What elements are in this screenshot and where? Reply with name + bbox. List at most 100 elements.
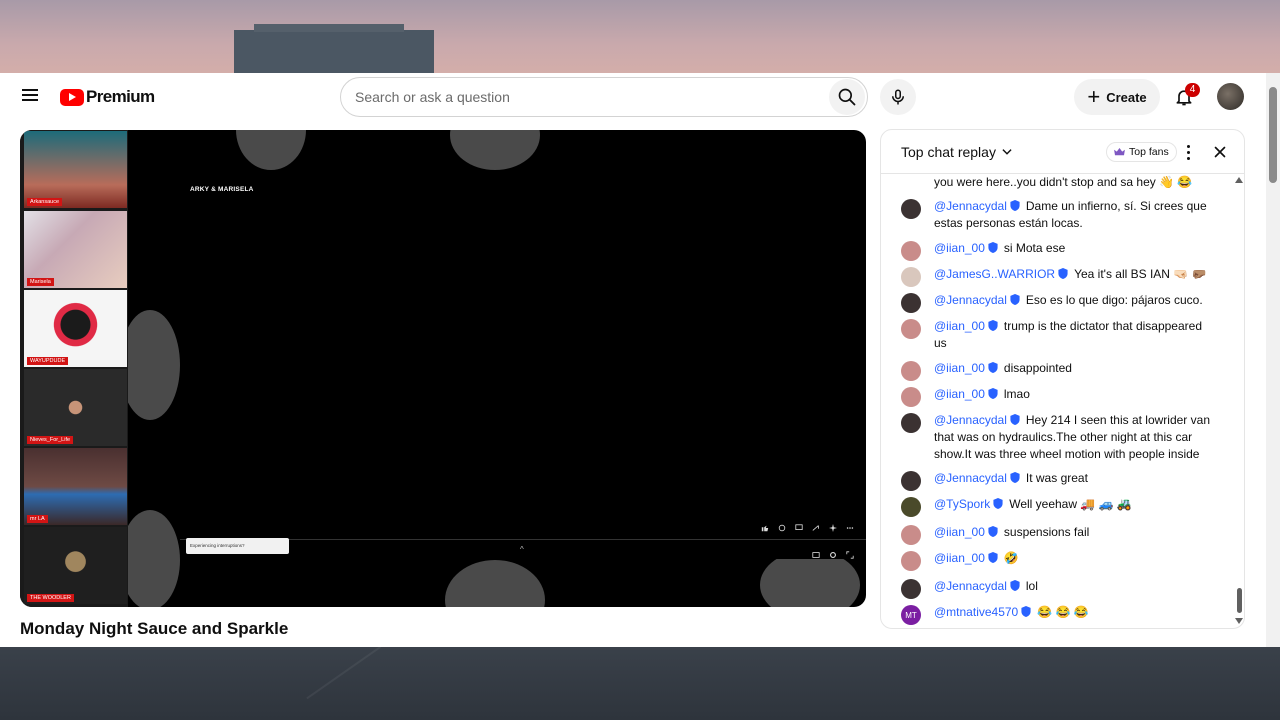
chat-message-text: Yea it's all BS IAN 🤜🏻 🤛🏽 (1074, 267, 1207, 281)
chat-message-text: suspensions fail (1003, 525, 1090, 539)
fullscreen-icon[interactable] (846, 546, 854, 559)
desktop-background-bottom (0, 646, 1280, 720)
chat-author-name[interactable]: @Jennacydal (934, 413, 1007, 427)
search-input[interactable] (341, 78, 829, 116)
chat-message-body: @JamesG..WARRIOR Yea it's all BS IAN 🤜🏻 🤛… (934, 266, 1212, 283)
page-scrollbar[interactable] (1266, 73, 1280, 647)
chat-author-avatar[interactable] (901, 525, 921, 545)
chat-author-name[interactable]: @Jennacydal (934, 199, 1007, 213)
page-scroll-thumb[interactable] (1269, 87, 1277, 183)
chat-author-avatar[interactable] (901, 319, 921, 339)
chat-message-body: @iian_00 disappointed (934, 360, 1212, 377)
share-icon[interactable] (812, 519, 820, 531)
brand-label: Premium (86, 87, 155, 106)
chevron-down-icon (1002, 149, 1012, 155)
chat-author-avatar[interactable] (901, 387, 921, 407)
settings-icon[interactable] (829, 546, 837, 558)
chat-author-avatar[interactable] (901, 361, 921, 381)
chat-mode-dropdown[interactable]: Top chat replay (901, 144, 1014, 160)
sparkle-icon[interactable] (829, 519, 837, 532)
chat-message-text: lol (1025, 579, 1038, 593)
scroll-up-icon[interactable] (1235, 177, 1243, 183)
chat-message-body: @mtnative4570 😂 😂 😂 (934, 604, 1212, 621)
chat-message-list: you were here..you didn't stop and sa he… (881, 174, 1233, 628)
captions-icon[interactable] (812, 546, 820, 558)
video-player[interactable]: Arkansauce Marisela WAYUPDUDE Nieves_For… (20, 130, 866, 607)
chat-author-avatar[interactable]: MT (901, 605, 921, 625)
background-building (234, 24, 434, 74)
chat-author-name[interactable]: @iian_00 (934, 361, 985, 375)
participant-tile: THE WOODLER (24, 527, 127, 604)
verified-icon (1010, 200, 1020, 211)
voice-search-button[interactable] (880, 79, 916, 115)
chat-author-avatar[interactable] (901, 241, 921, 261)
account-avatar[interactable] (1217, 83, 1244, 110)
crown-icon (1114, 147, 1125, 155)
chat-scroll-thumb[interactable] (1237, 588, 1242, 613)
chat-message-text: si Mota ese (1003, 241, 1066, 255)
verified-icon (988, 320, 998, 331)
chat-message-body: @iian_00 si Mota ese (934, 240, 1212, 257)
like-icon[interactable] (761, 519, 769, 532)
chat-author-name[interactable]: @iian_00 (934, 241, 985, 255)
create-button[interactable]: + Create (1074, 79, 1160, 115)
chat-message-body: @iian_00 lmao (934, 386, 1212, 403)
menu-icon[interactable] (18, 86, 42, 108)
chat-message-text: disappointed (1003, 361, 1072, 375)
chat-author-name[interactable]: @iian_00 (934, 319, 985, 333)
close-icon[interactable] (1211, 143, 1229, 161)
chat-author-name[interactable]: @TySpork (934, 497, 990, 511)
chevron-up-icon[interactable]: ^ (520, 545, 524, 554)
chat-scrollbar[interactable] (1234, 174, 1244, 628)
comment-icon[interactable] (795, 519, 803, 530)
chat-author-name[interactable]: @mtnative4570 (934, 605, 1018, 619)
chat-author-avatar[interactable] (901, 199, 921, 219)
chat-author-avatar[interactable] (901, 579, 921, 599)
backdrop-blob (236, 130, 306, 170)
youtube-logo[interactable]: Premium (60, 87, 155, 107)
more-icon[interactable] (846, 519, 854, 529)
chat-author-name[interactable]: @iian_00 (934, 387, 985, 401)
chat-author-name[interactable]: @Jennacydal (934, 471, 1007, 485)
chat-message-body: @iian_00 suspensions fail (934, 524, 1212, 541)
chat-message-body: @Jennacydal It was great (934, 470, 1212, 487)
participant-tile: Nieves_For_Life (24, 369, 127, 446)
chat-author-avatar[interactable] (901, 267, 921, 287)
interruptions-toast[interactable]: Experiencing interruptions? (186, 538, 289, 554)
chat-author-name[interactable]: @iian_00 (934, 525, 985, 539)
participant-label: mr LA (27, 515, 48, 523)
chat-author-name[interactable]: @iian_00 (934, 551, 985, 565)
chat-mode-label: Top chat replay (901, 144, 996, 160)
top-fans-chip[interactable]: Top fans (1106, 142, 1177, 162)
chat-author-name[interactable]: @JamesG..WARRIOR (934, 267, 1055, 281)
participant-tile: mr LA (24, 448, 127, 525)
chat-author-avatar[interactable] (901, 471, 921, 491)
chat-author-avatar[interactable] (901, 551, 921, 571)
scroll-down-icon[interactable] (1235, 618, 1243, 624)
stage-bar-icons (812, 546, 854, 559)
participant-label: THE WOODLER (27, 594, 74, 602)
chat-message-text: It was great (1025, 471, 1088, 485)
chat-message-body: @Jennacydal Dame un infierno, sí. Si cree… (934, 198, 1212, 232)
dislike-icon[interactable] (778, 519, 786, 532)
chat-author-avatar[interactable] (901, 293, 921, 313)
verified-icon (1010, 414, 1020, 425)
verified-icon (1058, 268, 1068, 279)
search-button[interactable] (829, 79, 865, 115)
verified-icon (988, 388, 998, 399)
notifications-button[interactable]: 4 (1166, 81, 1202, 113)
chat-author-name[interactable]: @Jennacydal (934, 293, 1007, 307)
chat-author-avatar[interactable] (901, 413, 921, 433)
verified-icon (1010, 472, 1020, 483)
participant-tile: Marisela (24, 211, 127, 288)
browser-page: Premium + Create 4 Arka (0, 73, 1280, 647)
chat-message-body: you were here..you didn't stop and sa he… (934, 174, 1212, 191)
chat-author-name[interactable]: @Jennacydal (934, 579, 1007, 593)
chat-author-avatar[interactable] (901, 497, 921, 517)
chat-message-text: 🤣 (1003, 551, 1019, 565)
verified-icon (1010, 580, 1020, 591)
more-vert-icon[interactable] (1179, 142, 1197, 162)
chat-message-body: @Jennacydal Hey 214 I seen this at lowrid… (934, 412, 1212, 463)
chat-message-text: Well yeehaw 🚚 🚙 🚜 (1009, 497, 1132, 511)
chat-message-body: @iian_00 🤣 (934, 550, 1212, 567)
